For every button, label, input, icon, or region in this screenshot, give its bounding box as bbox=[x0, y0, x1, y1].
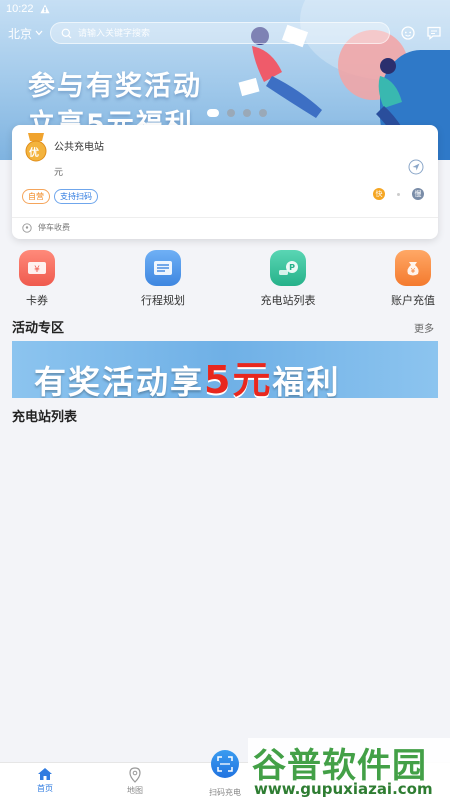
nav-home[interactable]: 首页 bbox=[15, 767, 75, 794]
premium-badge-label: 优 bbox=[29, 148, 39, 159]
fast-charge-badge: 快 bbox=[373, 188, 385, 200]
banner-dot[interactable] bbox=[227, 109, 235, 117]
quick-menu-label: 充电站列表 bbox=[260, 295, 316, 307]
status-bar: 10:22 bbox=[0, 0, 450, 18]
status-time: 10:22 bbox=[6, 3, 34, 15]
nav-home-label: 首页 bbox=[37, 784, 53, 793]
nav-scan[interactable]: 扫码充电 bbox=[195, 785, 255, 798]
nav-map-label: 地图 bbox=[127, 786, 143, 795]
svg-text:¥: ¥ bbox=[34, 265, 40, 275]
banner-dot[interactable] bbox=[259, 109, 267, 117]
promo-text: 有奖活动享5元福利 bbox=[34, 349, 340, 398]
parking-label: 停车收费 bbox=[38, 223, 70, 232]
customer-service-icon bbox=[401, 26, 415, 40]
top-bar: 北京 bbox=[0, 20, 450, 46]
station-card[interactable]: 优 公共充电站 元 自营 支持扫码 快 慢 停车收费 bbox=[12, 125, 438, 239]
banner-pagination[interactable] bbox=[207, 109, 267, 117]
customer-service-button[interactable] bbox=[398, 23, 418, 43]
promo-banner[interactable]: 有奖活动享5元福利 bbox=[12, 341, 438, 398]
map-pin-icon bbox=[129, 767, 141, 783]
svg-text:P: P bbox=[289, 263, 295, 272]
parking-info: 停车收费 bbox=[22, 222, 70, 233]
banner-title-line1: 参与有奖活动 bbox=[28, 71, 202, 102]
quick-menu-label: 账户充值 bbox=[391, 295, 435, 307]
chevron-down-icon bbox=[35, 30, 43, 36]
quick-menu-station-list[interactable]: P 充电站列表 bbox=[243, 250, 333, 308]
price-unit: 元 bbox=[54, 167, 64, 177]
separator-dot bbox=[397, 192, 400, 196]
slow-charge-badge: 慢 bbox=[412, 188, 424, 200]
promo-text-post: 福利 bbox=[272, 363, 341, 398]
station-list-title: 充电站列表 bbox=[12, 409, 78, 424]
tag-self-operated: 自营 bbox=[22, 189, 50, 204]
banner-dot[interactable] bbox=[243, 109, 251, 117]
charger-types: 快 慢 bbox=[373, 188, 424, 200]
quick-menu: ¥ 卡券 行程规划 P 充电站列表 ¥ 账户充值 bbox=[0, 250, 450, 310]
station-tags: 自营 支持扫码 bbox=[22, 189, 98, 204]
promo-highlight: 5元 bbox=[204, 358, 273, 398]
city-label: 北京 bbox=[8, 26, 33, 41]
nav-scan-label: 扫码充电 bbox=[209, 788, 241, 797]
recharge-icon: ¥ bbox=[395, 250, 431, 286]
home-icon bbox=[38, 768, 52, 780]
station-name: 公共充电站 bbox=[54, 142, 104, 153]
watermark-url: www.gupuxiazai.com bbox=[254, 780, 433, 798]
scan-button[interactable] bbox=[211, 750, 239, 778]
activity-more-link[interactable]: 更多 bbox=[414, 320, 434, 335]
search-icon bbox=[61, 28, 72, 38]
coupon-icon: ¥ bbox=[19, 250, 55, 286]
quick-menu-recharge[interactable]: ¥ 账户充值 bbox=[368, 250, 450, 308]
nav-map[interactable]: 地图 bbox=[105, 767, 165, 796]
search-input[interactable] bbox=[78, 28, 348, 38]
quick-menu-coupons[interactable]: ¥ 卡券 bbox=[0, 250, 82, 308]
quick-menu-label: 行程规划 bbox=[141, 295, 185, 307]
scan-icon bbox=[217, 756, 233, 772]
station-list-icon: P bbox=[270, 250, 306, 286]
warning-icon bbox=[39, 4, 50, 14]
watermark: 谷普软件园 www.gupuxiazai.com bbox=[248, 738, 450, 800]
promo-text-pre: 有奖活动享 bbox=[34, 363, 205, 398]
svg-text:¥: ¥ bbox=[411, 267, 416, 275]
navigate-icon[interactable] bbox=[408, 159, 424, 175]
card-divider bbox=[12, 217, 438, 218]
message-button[interactable] bbox=[424, 23, 444, 43]
quick-menu-route-plan[interactable]: 行程规划 bbox=[118, 250, 208, 308]
tag-scan-supported: 支持扫码 bbox=[54, 189, 98, 204]
message-icon bbox=[427, 26, 441, 40]
banner-dot-active[interactable] bbox=[207, 109, 219, 117]
city-selector[interactable]: 北京 bbox=[8, 25, 43, 42]
quick-menu-label: 卡券 bbox=[26, 295, 48, 307]
search-bar[interactable] bbox=[50, 22, 390, 44]
route-plan-icon bbox=[145, 250, 181, 286]
activity-section-title: 活动专区 bbox=[12, 320, 65, 335]
parking-icon bbox=[22, 222, 32, 233]
